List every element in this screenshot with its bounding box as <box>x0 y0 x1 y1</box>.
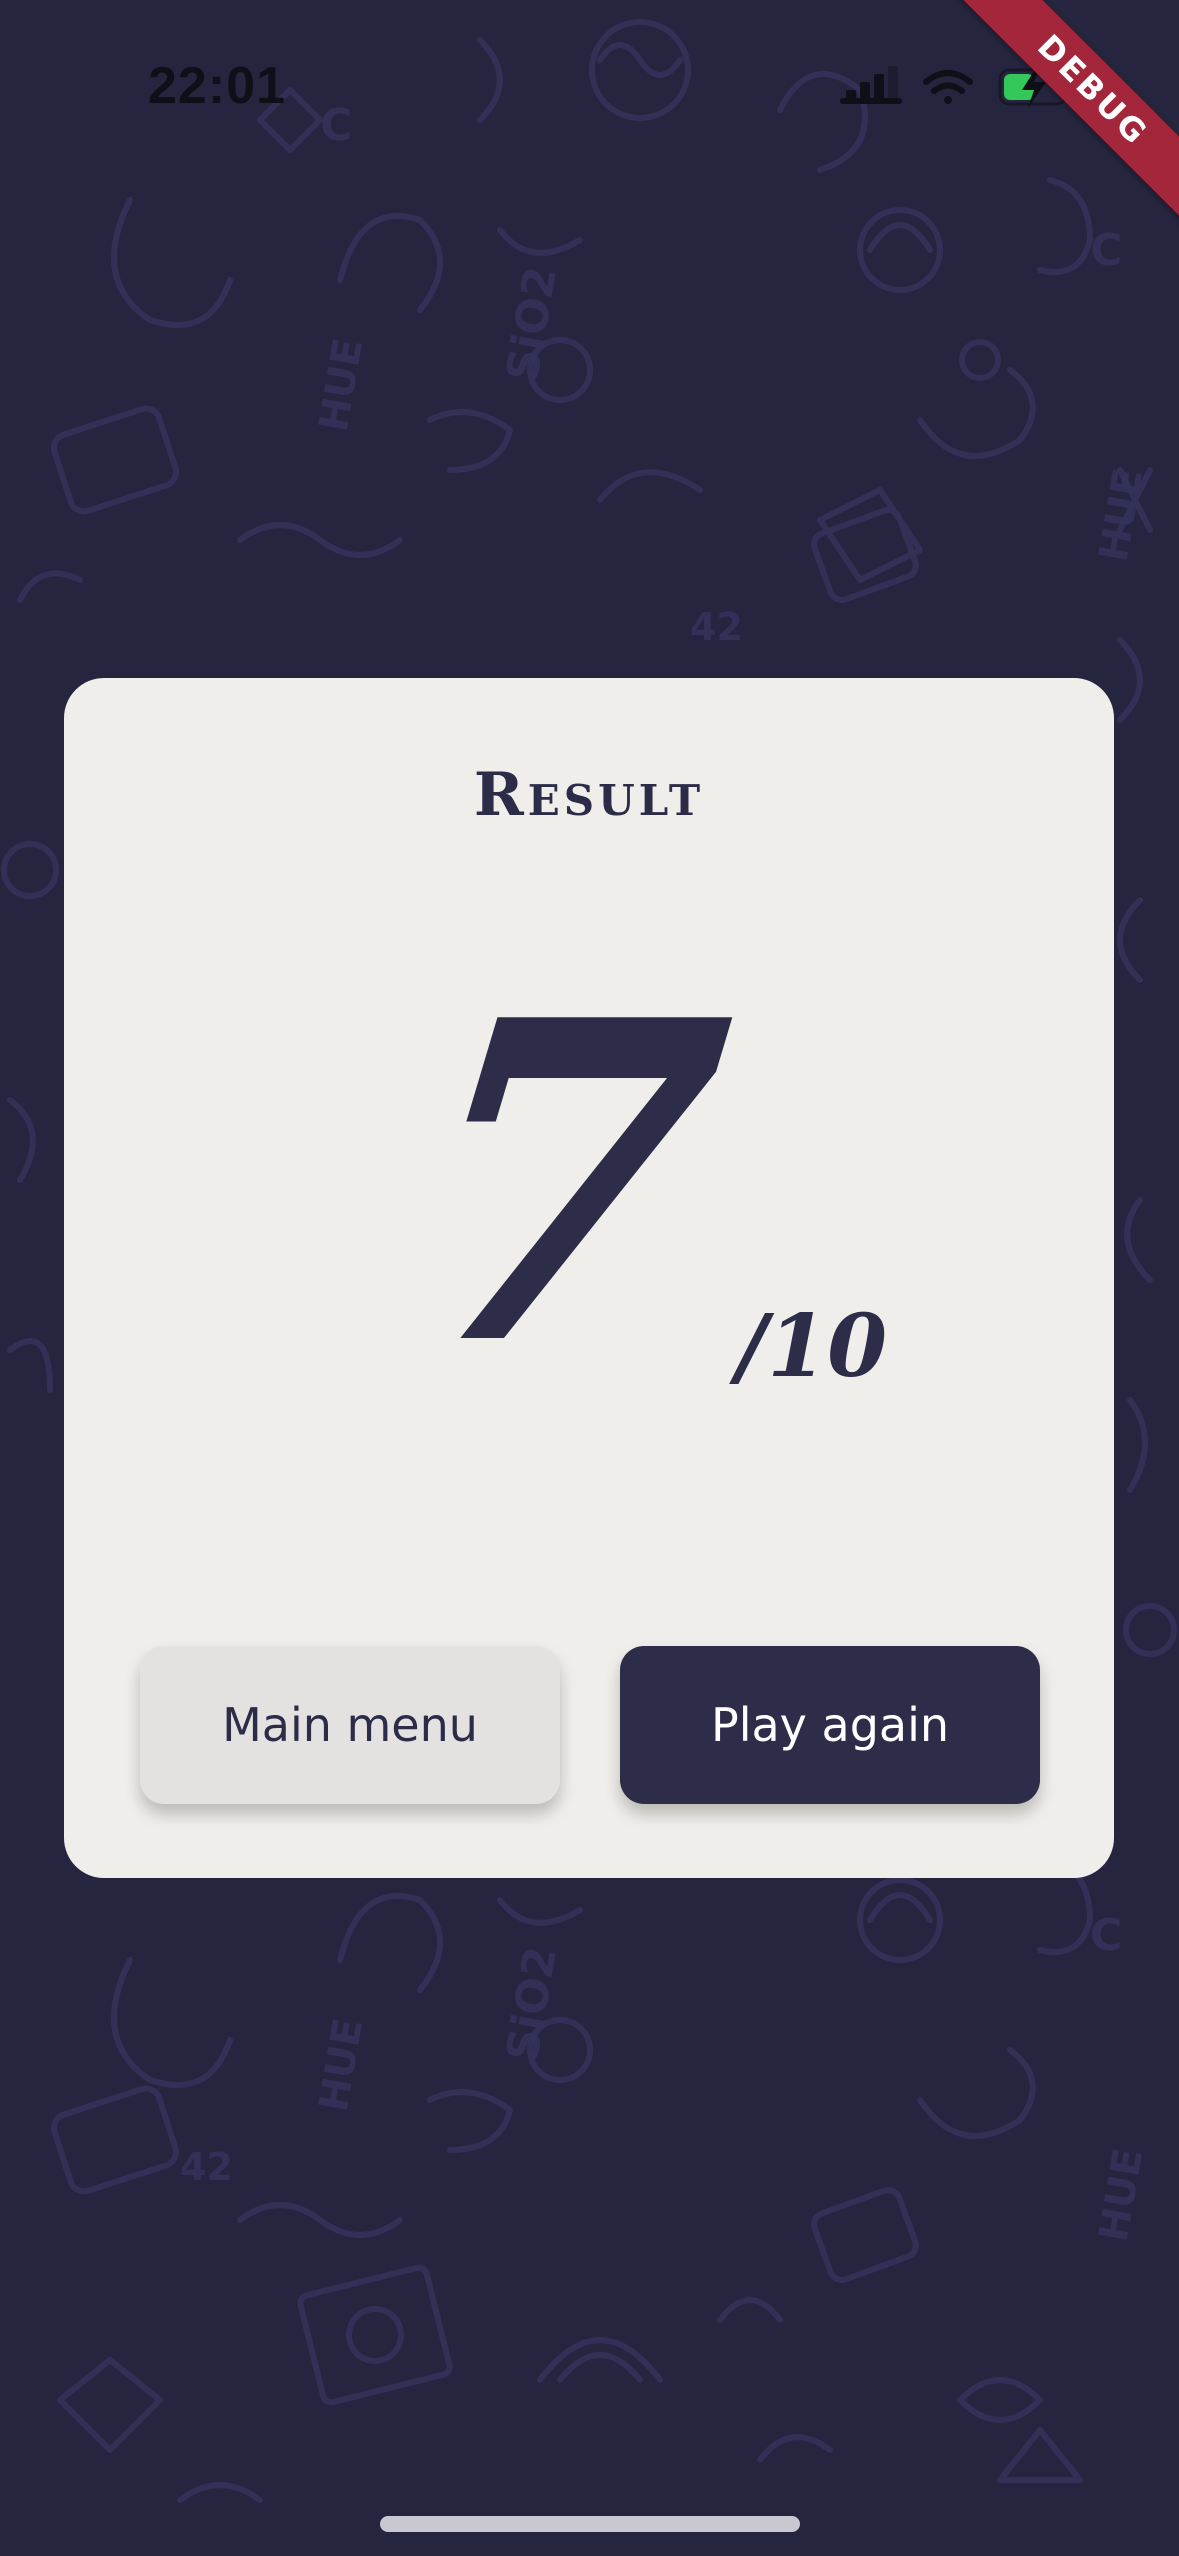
cellular-icon <box>840 66 902 104</box>
play-again-button[interactable]: Play again <box>620 1646 1040 1804</box>
svg-text:42: 42 <box>690 605 743 649</box>
svg-text:C: C <box>1090 225 1122 276</box>
result-title: Result <box>473 760 705 830</box>
score-display: 7 /10 <box>364 925 924 1442</box>
home-indicator[interactable] <box>380 2516 800 2532</box>
svg-text:C: C <box>1090 1910 1122 1961</box>
svg-text:HUE: HUE <box>1091 2145 1152 2245</box>
svg-text:HUE: HUE <box>311 2015 372 2115</box>
svg-text:SiO2: SiO2 <box>497 1943 567 2065</box>
score-value: 7 <box>386 925 748 1442</box>
svg-text:HUE: HUE <box>1091 465 1152 565</box>
score-max: /10 <box>736 1296 888 1397</box>
main-menu-button[interactable]: Main menu <box>140 1646 560 1804</box>
wifi-icon <box>923 70 973 104</box>
svg-text:HUE: HUE <box>311 335 372 435</box>
status-time: 22:01 <box>148 57 286 115</box>
result-card: Result 7 /10 Main menu Play again <box>64 678 1114 1878</box>
svg-text:SiO2: SiO2 <box>497 263 567 385</box>
svg-text:42: 42 <box>180 2145 233 2189</box>
